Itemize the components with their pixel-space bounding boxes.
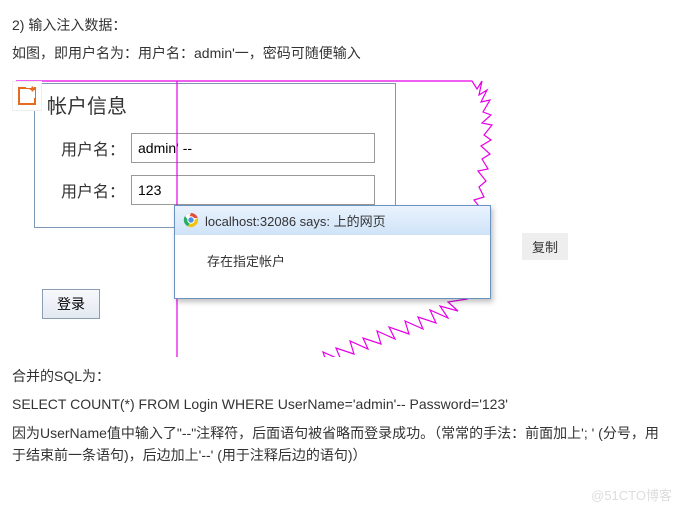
dialog-body: 存在指定帐户 <box>175 235 490 298</box>
password-field[interactable] <box>131 175 375 205</box>
login-button-wrap: 登录 <box>42 289 100 319</box>
dialog-titlebar: localhost:32086 says: 上的网页 <box>175 206 490 235</box>
field-label: 用户名： <box>47 136 125 160</box>
field-row: 用户名： <box>35 127 395 169</box>
watermark: @51CTO博客 <box>591 485 672 504</box>
copy-button[interactable]: 复制 <box>522 233 568 260</box>
login-button[interactable]: 登录 <box>42 289 100 319</box>
screenshot-figure: 帐户信息 用户名： 用户名： 登录 <box>12 77 497 357</box>
intro-line-1: 2) 输入注入数据： <box>12 14 672 36</box>
corner-badge <box>12 81 42 111</box>
alert-dialog: localhost:32086 says: 上的网页 存在指定帐户 <box>174 205 491 299</box>
sql-statement: SELECT COUNT(*) FROM Login WHERE UserNam… <box>12 393 672 415</box>
intro-line-2: 如图，即用户名为：用户名：admin'一，密码可随便输入 <box>12 42 672 64</box>
after-line-2: 因为UserName值中输入了"--"注释符，后面语句被省略而登录成功。（常常的… <box>12 422 672 467</box>
panel-title: 帐户信息 <box>35 84 395 127</box>
after-line-1: 合并的SQL为： <box>12 365 672 387</box>
username-field[interactable] <box>131 133 375 163</box>
figure-wrap: 帐户信息 用户名： 用户名： 登录 <box>12 77 672 357</box>
field-label: 用户名： <box>47 178 125 202</box>
dialog-title: localhost:32086 says: 上的网页 <box>205 211 386 230</box>
chrome-icon <box>183 212 199 228</box>
